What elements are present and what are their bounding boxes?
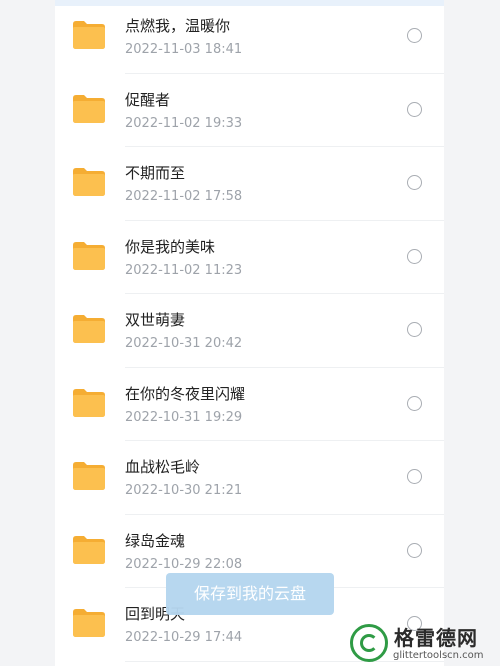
file-row[interactable]: 血战松毛岭 2022-10-30 21:21 xyxy=(55,441,444,515)
file-name: 血战松毛岭 xyxy=(125,458,201,476)
file-date: 2022-10-29 17:44 xyxy=(125,630,243,645)
select-radio[interactable] xyxy=(407,101,422,117)
file-name: 绿岛金魂 xyxy=(125,531,186,550)
file-name: 促醒者 xyxy=(125,90,171,109)
file-date: 2022-11-02 19:33 xyxy=(125,115,243,131)
select-radio[interactable] xyxy=(407,248,422,264)
select-radio[interactable] xyxy=(407,542,422,558)
file-row[interactable]: 不期而至 2022-11-02 17:58 xyxy=(55,147,444,221)
folder-icon xyxy=(72,94,106,124)
select-radio[interactable] xyxy=(407,322,422,337)
file-row[interactable]: 促醒者 2022-11-02 19:33 xyxy=(55,74,444,147)
save-to-cloud-button[interactable]: 保存到我的云盘 xyxy=(166,573,334,615)
file-name: 在你的冬夜里闪耀 xyxy=(125,384,246,403)
file-date: 2022-11-02 11:23 xyxy=(125,262,243,278)
folder-icon xyxy=(72,20,106,50)
file-row[interactable]: 你是我的美味 2022-11-02 11:23 xyxy=(55,221,444,294)
folder-icon xyxy=(72,461,106,491)
file-date: 2022-11-03 18:41 xyxy=(125,42,243,57)
file-date: 2022-11-02 17:58 xyxy=(125,189,243,204)
select-radio[interactable] xyxy=(407,395,422,411)
file-row[interactable]: 点燃我，温暖你 2022-11-03 18:41 xyxy=(55,0,444,74)
select-radio[interactable] xyxy=(407,175,422,190)
file-name: 双世萌妻 xyxy=(125,311,186,329)
select-radio[interactable] xyxy=(407,469,422,484)
select-radio[interactable] xyxy=(407,28,422,43)
watermark-logo-inner xyxy=(360,634,378,652)
file-date: 2022-10-31 19:29 xyxy=(125,409,243,425)
folder-icon xyxy=(72,167,106,197)
file-date: 2022-10-30 21:21 xyxy=(125,483,243,498)
file-name: 点燃我，温暖你 xyxy=(125,17,231,35)
file-date: 2022-10-29 22:08 xyxy=(125,556,243,572)
watermark-logo-icon xyxy=(350,624,388,662)
watermark-title: 格雷德网 xyxy=(394,626,478,650)
file-row[interactable]: 双世萌妻 2022-10-31 20:42 xyxy=(55,294,444,368)
site-watermark: 格雷德网 glittertoolscn.com xyxy=(350,622,495,666)
folder-icon xyxy=(72,535,106,565)
folder-icon xyxy=(72,314,106,344)
file-date: 2022-10-31 20:42 xyxy=(125,336,243,351)
watermark-url: glittertoolscn.com xyxy=(393,650,484,661)
folder-icon xyxy=(72,608,106,638)
file-name: 你是我的美味 xyxy=(125,237,216,256)
folder-icon xyxy=(72,388,106,418)
file-name: 不期而至 xyxy=(125,164,186,182)
file-row[interactable]: 在你的冬夜里闪耀 2022-10-31 19:29 xyxy=(55,368,444,441)
folder-icon xyxy=(72,241,106,271)
file-list: 点燃我，温暖你 2022-11-03 18:41 促醒者 2022-11-02 … xyxy=(55,0,444,662)
